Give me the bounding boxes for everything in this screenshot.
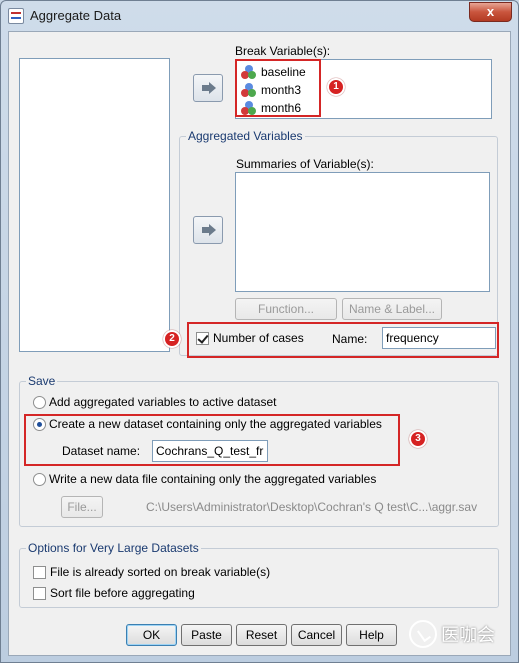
file-button[interactable]: File...	[61, 496, 103, 518]
file-path-text: C:\Users\Administrator\Desktop\Cochran's…	[146, 500, 478, 514]
create-dataset-radio[interactable]	[33, 418, 46, 431]
dialog-body: Break Variable(s): baseline month3 month…	[8, 31, 511, 656]
dataset-name-input[interactable]: Cochrans_Q_test_fr	[152, 440, 268, 462]
annotation-badge-1: 1	[327, 78, 345, 96]
name-and-label-button[interactable]: Name & Label...	[342, 298, 442, 320]
write-file-radio[interactable]	[33, 473, 46, 486]
break-variables-highlight	[235, 59, 321, 117]
number-of-cases-checkbox[interactable]	[196, 332, 209, 345]
annotation-badge-2: 2	[163, 330, 181, 348]
title-bar[interactable]: Aggregate Data x	[1, 1, 518, 31]
write-file-label: Write a new data file containing only th…	[49, 472, 377, 486]
aggregate-data-window: Aggregate Data x Break Variable(s): base…	[0, 0, 519, 663]
save-legend: Save	[26, 374, 58, 388]
close-button[interactable]: x	[469, 2, 512, 22]
summaries-list[interactable]	[235, 172, 490, 292]
cancel-button[interactable]: Cancel	[291, 624, 342, 646]
paste-button[interactable]: Paste	[181, 624, 232, 646]
watermark-text: 医咖会	[441, 625, 495, 646]
break-variables-label: Break Variable(s):	[235, 44, 331, 58]
source-variable-list[interactable]	[19, 58, 170, 352]
cases-name-label: Name:	[332, 332, 368, 346]
add-to-active-label: Add aggregated variables to active datas…	[49, 395, 277, 409]
cases-name-input[interactable]: frequency	[382, 327, 496, 349]
summaries-label: Summaries of Variable(s):	[236, 157, 374, 171]
app-icon	[8, 8, 24, 24]
already-sorted-checkbox[interactable]	[33, 566, 46, 579]
add-to-active-radio[interactable]	[33, 396, 46, 409]
already-sorted-label: File is already sorted on break variable…	[50, 565, 271, 579]
number-of-cases-label: Number of cases	[213, 331, 304, 345]
sort-before-label: Sort file before aggregating	[50, 586, 195, 600]
large-datasets-legend: Options for Very Large Datasets	[26, 541, 201, 555]
function-button[interactable]: Function...	[235, 298, 337, 320]
sort-before-checkbox[interactable]	[33, 587, 46, 600]
dataset-name-label: Dataset name:	[62, 444, 141, 458]
reset-button[interactable]: Reset	[236, 624, 287, 646]
ok-button[interactable]: OK	[126, 624, 177, 646]
help-button[interactable]: Help	[346, 624, 397, 646]
move-to-summaries-button[interactable]	[193, 216, 223, 244]
create-dataset-label: Create a new dataset containing only the…	[49, 417, 382, 431]
close-icon: x	[486, 4, 495, 19]
annotation-badge-3: 3	[409, 430, 427, 448]
move-to-break-button[interactable]	[193, 74, 223, 102]
watermark: 医咖会	[409, 617, 517, 651]
aggregated-variables-legend: Aggregated Variables	[186, 129, 305, 143]
watermark-logo-icon	[409, 620, 437, 648]
window-title: Aggregate Data	[30, 8, 122, 23]
